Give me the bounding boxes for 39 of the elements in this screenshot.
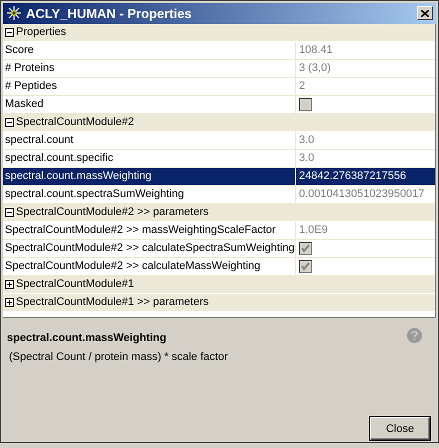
close-dialog-button[interactable]: Close: [370, 417, 430, 440]
property-name: # Proteins: [4, 61, 56, 76]
property-name: spectral.count: [4, 133, 74, 148]
checkbox[interactable]: [299, 260, 312, 273]
property-value: 2: [299, 80, 306, 92]
property-name: spectral.count.spectraSumWeighting: [4, 187, 185, 202]
property-name: Masked: [4, 97, 45, 112]
group-header: SpectralCountModule#1 >> parameters: [16, 296, 209, 308]
property-value: 24842.276387217556: [299, 170, 406, 182]
property-value: 108.41: [299, 44, 333, 56]
property-name: spectral.count.massWeighting: [4, 169, 153, 184]
expand-icon[interactable]: [5, 280, 14, 289]
group-header: SpectralCountModule#2: [16, 116, 134, 128]
property-name: SpectralCountModule#2 >> massWeightingScaleFactor: [4, 223, 277, 238]
property-name: SpectralCountModule#2 >> calculateSpectraSumWeighting: [4, 241, 295, 256]
window-title: ACLY_HUMAN - Properties: [26, 6, 193, 21]
close-icon: [421, 10, 429, 17]
property-value: 3 (3,0): [299, 62, 331, 74]
property-value: 3.0: [299, 134, 314, 146]
property-value: 1.0E9: [299, 224, 328, 236]
collapse-icon[interactable]: [5, 28, 14, 37]
property-value: 3.0: [299, 152, 314, 164]
property-name: spectral.count.specific: [4, 151, 114, 166]
app-icon: [6, 5, 22, 22]
group-header: SpectralCountModule#2 >> parameters: [16, 206, 209, 218]
collapse-icon[interactable]: [5, 118, 14, 127]
property-name: Score: [4, 43, 35, 58]
help-title: spectral.count.massWeighting: [7, 332, 166, 344]
group-header: Properties: [16, 26, 66, 38]
checkbox[interactable]: [299, 98, 312, 111]
group-header: SpectralCountModule#1: [16, 278, 134, 290]
close-button[interactable]: [417, 6, 433, 20]
collapse-icon[interactable]: [5, 208, 14, 217]
expand-icon[interactable]: [5, 298, 14, 307]
property-value: 0.0010413051023950017: [299, 188, 424, 200]
checkbox[interactable]: [299, 242, 312, 255]
property-name: SpectralCountModule#2 >> calculateMassWeighting: [4, 259, 262, 274]
help-description: (Spectral Count / protein mass) * scale factor: [8, 351, 228, 364]
property-name: # Peptides: [4, 79, 58, 94]
